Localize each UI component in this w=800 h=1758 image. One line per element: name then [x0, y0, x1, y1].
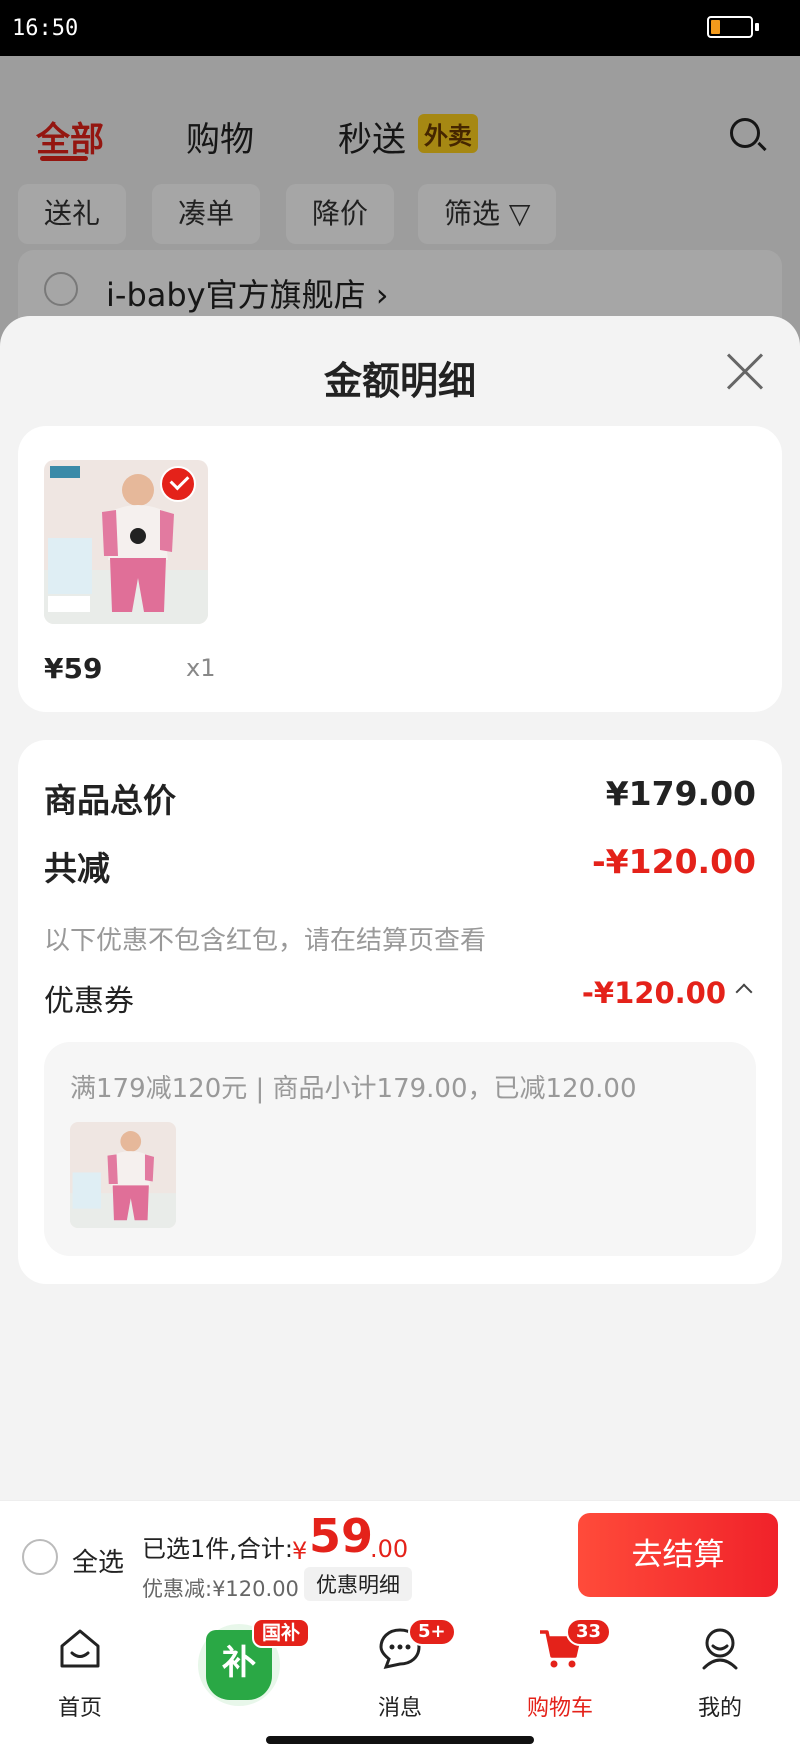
total-amount: 59 — [309, 1509, 374, 1563]
battery-icon — [707, 16, 753, 38]
discount-detail-button[interactable]: 优惠明细 — [304, 1567, 412, 1601]
profile-icon — [702, 1628, 738, 1670]
reduction-value: -¥120.00 — [591, 842, 756, 881]
checkout-button[interactable]: 去结算 — [578, 1513, 778, 1597]
messages-badge: 5+ — [408, 1618, 456, 1646]
product-card: ¥59 x1 — [18, 426, 782, 712]
product-price: ¥59 — [44, 652, 103, 685]
select-all-label[interactable]: 全选 — [72, 1542, 124, 1579]
product-quantity: x1 — [186, 654, 216, 682]
selected-check-icon[interactable] — [160, 466, 196, 502]
tab-home-label: 首页 — [57, 1696, 102, 1721]
tab-profile[interactable]: 我的 — [660, 1610, 780, 1730]
coupon-description: 满179减120元 | 商品小计179.00，已减120.00 — [70, 1074, 637, 1104]
chevron-up-icon[interactable] — [735, 983, 753, 1001]
summary-card: 商品总价 ¥179.00 共减 -¥120.00 以下优惠不包含红包，请在结算页… — [18, 740, 782, 1284]
guobu-badge: 国补 — [252, 1618, 311, 1648]
close-icon[interactable] — [725, 352, 765, 392]
total-currency: ¥ — [292, 1537, 308, 1565]
sheet-title: 金额明细 — [323, 359, 476, 403]
coupon-label: 优惠券 — [44, 984, 134, 1019]
checkout-bar: 全选 已选1件,合计: ¥ 59 .00 优惠减:¥120.00 优惠明细 去结… — [0, 1500, 800, 1610]
coupon-value[interactable]: -¥120.00 — [582, 976, 726, 1010]
discount-info: 优惠减:¥120.00 — [142, 1577, 299, 1601]
coupon-detail-box: 满179减120元 | 商品小计179.00，已减120.00 — [44, 1042, 756, 1256]
total-price-value: ¥179.00 — [605, 774, 756, 813]
tab-cart-label: 购物车 — [526, 1696, 593, 1721]
tab-bar: 首页 补 国补 消息 5+ 购物车 33 我的 — [0, 1610, 800, 1758]
selected-info: 已选1件,合计: — [142, 1535, 293, 1563]
status-time: 16:50 — [12, 16, 79, 41]
amount-detail-sheet: 金额明细 ¥59 x1 商品总价 ¥179.00 共减 -¥120.00 以下优… — [0, 316, 800, 1500]
cart-badge: 33 — [566, 1618, 612, 1646]
tab-home[interactable]: 首页 — [20, 1610, 140, 1730]
total-decimal: .00 — [370, 1535, 409, 1563]
home-indicator — [266, 1736, 534, 1744]
discount-note: 以下优惠不包含红包，请在结算页查看 — [44, 926, 487, 956]
status-bar: 16:50 — [0, 0, 800, 56]
tab-profile-label: 我的 — [697, 1696, 742, 1721]
battery-tip — [755, 23, 759, 31]
total-price-label: 商品总价 — [44, 781, 176, 820]
coupon-product-thumbnail — [70, 1122, 176, 1228]
tab-messages-label: 消息 — [377, 1696, 422, 1721]
select-all-radio[interactable] — [22, 1539, 58, 1575]
reduction-label: 共减 — [44, 849, 110, 888]
home-icon — [60, 1629, 100, 1668]
